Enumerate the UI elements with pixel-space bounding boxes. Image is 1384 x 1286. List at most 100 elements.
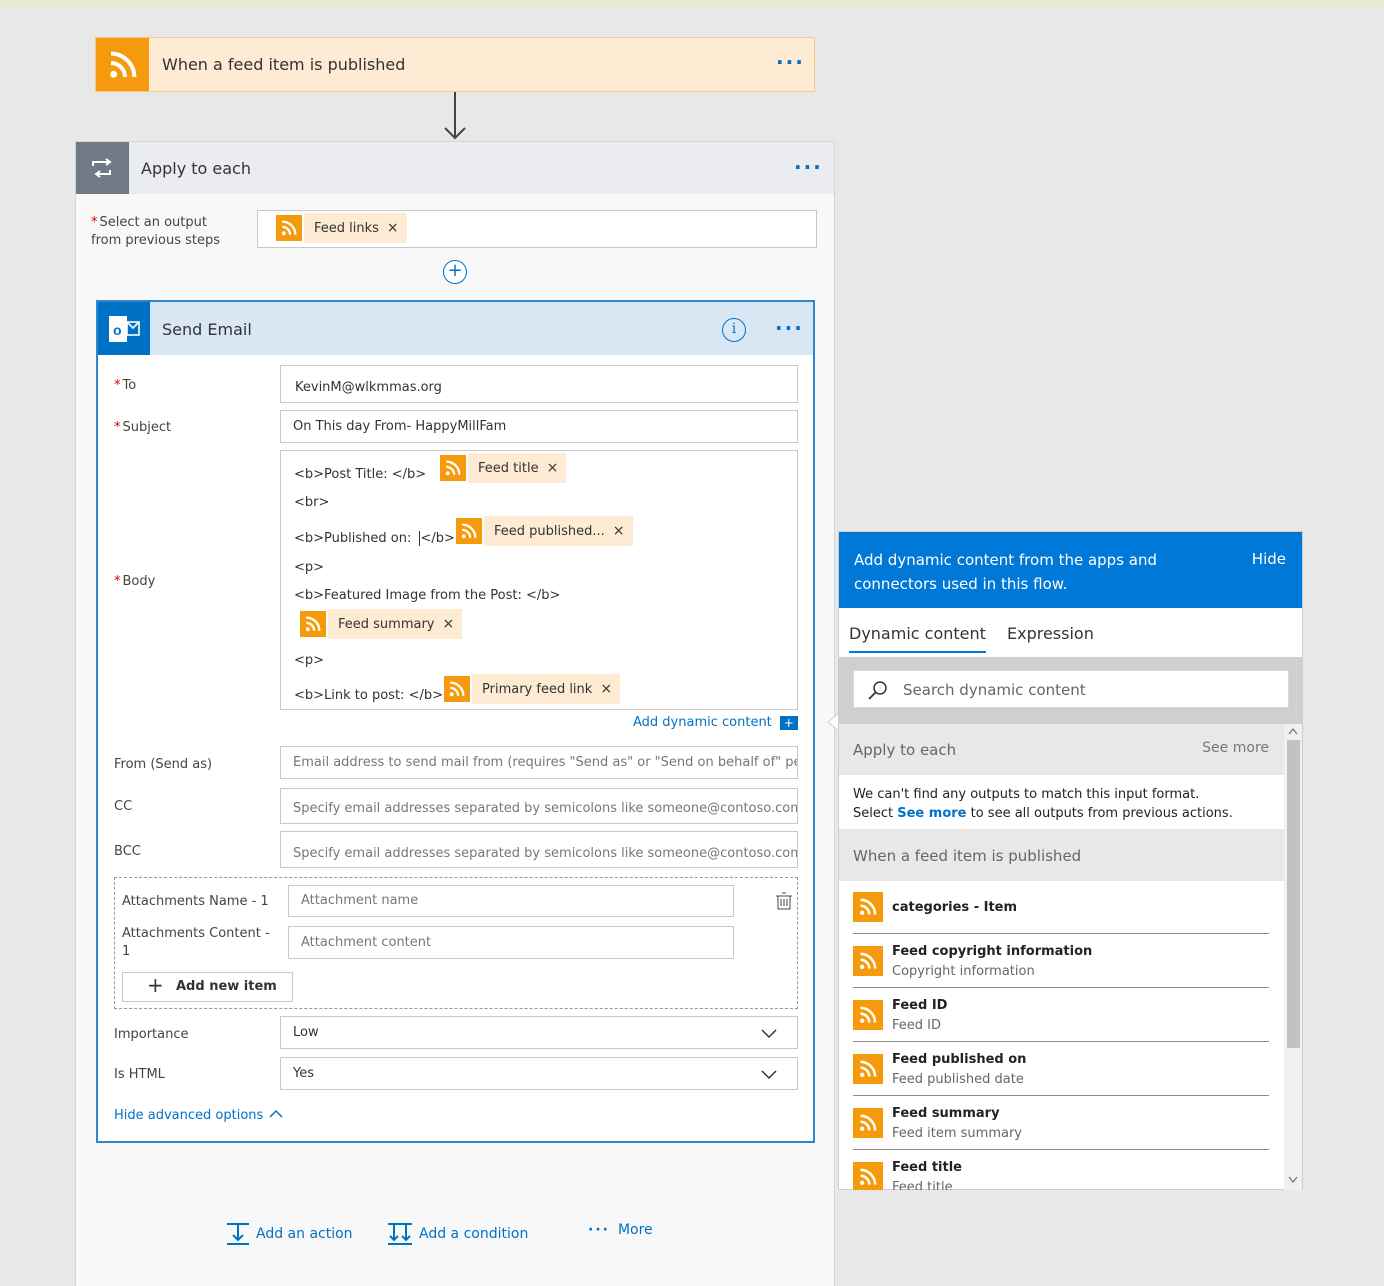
is-html-select[interactable]: Yes — [280, 1057, 798, 1090]
add-action-button[interactable]: Add an action — [226, 1222, 353, 1246]
rss-icon — [853, 1000, 883, 1030]
scroll-down-icon — [1288, 1176, 1298, 1184]
add-condition-button[interactable]: Add a condition — [387, 1222, 528, 1246]
dynamic-panel-header: Add dynamic content from the apps and co… — [839, 532, 1302, 608]
select-output-input[interactable]: Feed links × — [257, 210, 817, 248]
list-item[interactable]: Feed copyright information Copyright inf… — [853, 934, 1269, 988]
rss-icon — [853, 1108, 883, 1138]
plus-icon: + — [147, 973, 164, 997]
info-icon[interactable]: i — [722, 318, 746, 342]
rss-icon — [454, 516, 484, 546]
rss-icon — [853, 946, 883, 976]
more-options-icon[interactable]: ··· — [794, 155, 823, 179]
list-item[interactable]: Feed published on Feed published date — [853, 1042, 1269, 1096]
more-options-icon[interactable]: ··· — [776, 50, 805, 74]
to-label: * To — [114, 378, 137, 393]
chevron-down-icon — [761, 1029, 777, 1039]
token-feed-published[interactable]: Feed published... × — [454, 516, 633, 546]
list-item[interactable]: Feed summary Feed item summary — [853, 1096, 1269, 1150]
hide-advanced-options-link[interactable]: Hide advanced options — [114, 1108, 283, 1123]
cc-label: CC — [114, 799, 133, 814]
chevron-up-icon — [269, 1109, 283, 1118]
loop-icon — [76, 142, 129, 194]
rss-icon — [274, 213, 304, 243]
section-apply-to-each: Apply to each See more — [839, 724, 1284, 775]
trigger-card[interactable]: When a feed item is published ··· — [95, 37, 815, 92]
add-dynamic-content-link[interactable]: Add dynamic content + — [633, 715, 798, 730]
tab-dynamic-content[interactable]: Dynamic content — [849, 624, 986, 653]
remove-token-icon[interactable]: × — [600, 681, 620, 697]
send-email-card: o Send Email i ··· * To KevinM@wlkmmas.or… — [96, 300, 815, 1143]
token-feed-summary[interactable]: Feed summary × — [298, 609, 463, 639]
importance-select[interactable]: Low — [280, 1016, 798, 1049]
delete-item-icon[interactable] — [775, 892, 793, 910]
outlook-icon: o — [98, 302, 150, 355]
bcc-label: BCC — [114, 844, 141, 859]
rss-icon — [853, 1162, 883, 1190]
apply-title: Apply to each — [141, 159, 251, 178]
rss-icon — [853, 1054, 883, 1084]
attachment-content-input[interactable]: Attachment content — [288, 926, 734, 959]
add-new-item-button[interactable]: + Add new item — [122, 972, 293, 1002]
rss-icon — [853, 892, 883, 922]
remove-token-icon[interactable]: × — [443, 616, 463, 632]
apply-to-each-header[interactable]: Apply to each ··· — [76, 142, 834, 194]
rss-icon — [442, 674, 472, 704]
attachment-name-label: Attachments Name - 1 — [122, 894, 269, 909]
more-button[interactable]: ··· More — [588, 1222, 653, 1238]
attachments-group: Attachments Name - 1 Attachment name Att… — [114, 877, 798, 1009]
from-input[interactable]: Email address to send mail from (require… — [280, 746, 798, 779]
select-output-label: * Select an output from previous steps — [91, 215, 220, 248]
importance-label: Importance — [114, 1027, 189, 1042]
search-bar: Search dynamic content — [839, 657, 1302, 724]
send-email-title: Send Email — [162, 320, 252, 339]
rss-icon — [298, 609, 328, 639]
scrollbar-thumb[interactable] — [1287, 740, 1300, 1048]
is-html-label: Is HTML — [114, 1067, 165, 1082]
list-item[interactable]: categories - Item — [853, 889, 1269, 934]
more-dots-icon: ··· — [588, 1222, 610, 1238]
top-banner — [0, 0, 1384, 9]
list-item[interactable]: Feed title Feed title — [853, 1150, 1269, 1190]
send-email-header[interactable]: o Send Email i ··· — [98, 302, 813, 355]
svg-text:o: o — [113, 322, 122, 338]
add-action-icon — [227, 1223, 249, 1245]
token-primary-feed-link[interactable]: Primary feed link × — [442, 674, 621, 704]
body-editor[interactable]: <b>Post Title: </b> Feed title × <br> <b… — [280, 450, 798, 710]
remove-token-icon[interactable]: × — [387, 220, 407, 236]
see-more-link[interactable]: See more — [897, 806, 966, 821]
search-input[interactable]: Search dynamic content — [853, 670, 1289, 708]
remove-token-icon[interactable]: × — [547, 460, 567, 476]
attachment-name-input[interactable]: Attachment name — [288, 885, 734, 917]
token-feed-links[interactable]: Feed links × — [274, 213, 407, 243]
no-outputs-message: We can't find any outputs to match this … — [853, 787, 1233, 821]
see-more-link[interactable]: See more — [1202, 740, 1269, 756]
rss-icon — [438, 453, 468, 483]
insert-step-button[interactable]: + — [443, 260, 467, 284]
token-feed-title[interactable]: Feed title × — [438, 453, 567, 483]
subject-label: * Subject — [114, 420, 172, 435]
attachment-content-label: Attachments Content -1 — [122, 926, 270, 959]
add-icon: + — [779, 715, 798, 730]
rss-icon — [96, 38, 149, 91]
subject-input[interactable]: On This day From- HappyMillFam — [280, 410, 798, 443]
bcc-input[interactable]: Specify email addresses separated by sem… — [280, 831, 798, 868]
to-input[interactable]: KevinM@wlkmmas.org — [280, 365, 798, 403]
tab-expression[interactable]: Expression — [1007, 624, 1094, 643]
hide-button[interactable]: Hide — [1252, 550, 1286, 568]
remove-token-icon[interactable]: × — [613, 523, 633, 539]
list-item[interactable]: Feed ID Feed ID — [853, 988, 1269, 1042]
search-icon — [868, 681, 887, 700]
apply-to-each-container: Apply to each ··· * Select an output from … — [75, 141, 835, 1286]
from-label: From (Send as) — [114, 757, 213, 772]
body-label: * Body — [114, 574, 156, 589]
scroll-up-icon — [1288, 727, 1298, 735]
section-feed-trigger: When a feed item is published — [839, 829, 1284, 881]
dynamic-content-panel: Add dynamic content from the apps and co… — [838, 531, 1303, 1190]
trigger-title: When a feed item is published — [162, 55, 406, 74]
add-condition-icon — [388, 1223, 412, 1245]
more-options-icon[interactable]: ··· — [775, 316, 804, 340]
chevron-down-icon — [761, 1070, 777, 1080]
cc-input[interactable]: Specify email addresses separated by sem… — [280, 788, 798, 824]
scrollbar[interactable] — [1284, 724, 1302, 1190]
